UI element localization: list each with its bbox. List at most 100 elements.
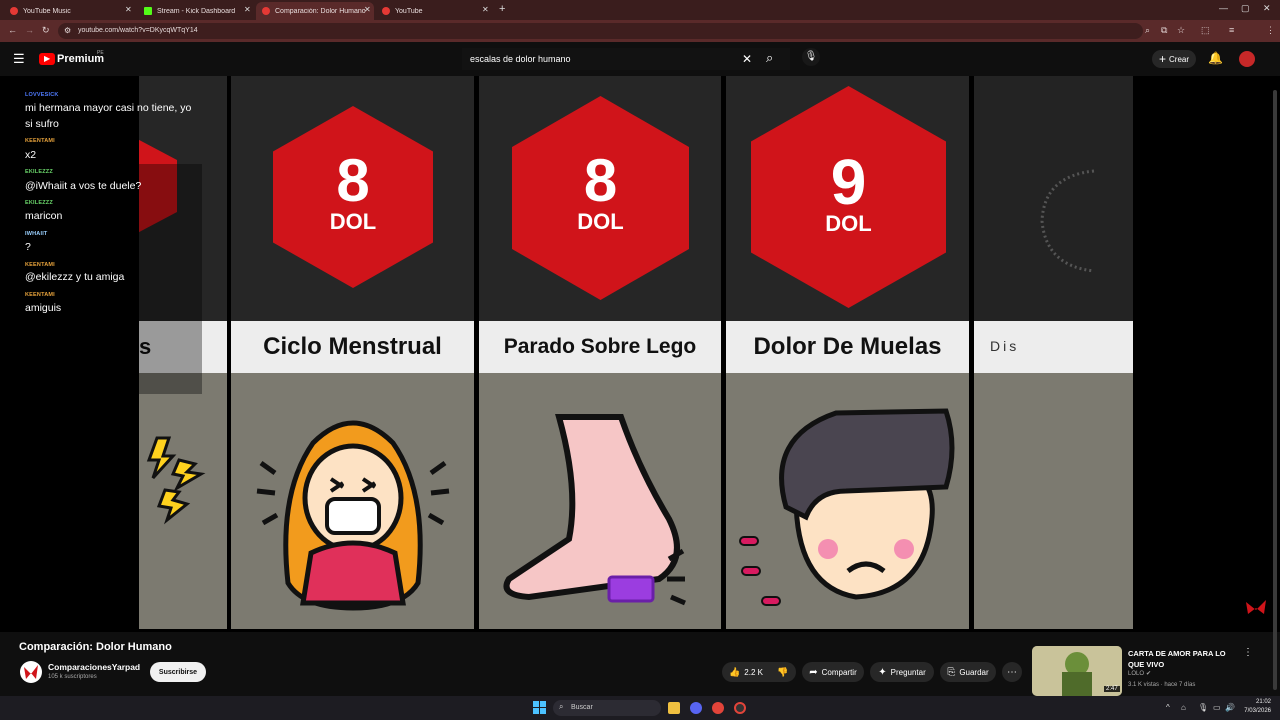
recommended-channel[interactable]: LOLO	[1128, 671, 1144, 677]
channel-name[interactable]: ComparacionesYarpad	[48, 662, 140, 672]
save-button[interactable]: ⎘ Guardar	[940, 662, 996, 682]
chrome-icon[interactable]	[712, 702, 724, 714]
site-info-icon[interactable]: ⚙	[64, 26, 71, 35]
close-tab-icon[interactable]: ✕	[244, 5, 251, 14]
tab-comparacion[interactable]: Comparación: Dolor Humano	[256, 2, 374, 20]
microphone-icon[interactable]: 🎙	[802, 48, 820, 66]
tray-chevron-icon[interactable]: ^	[1166, 703, 1170, 712]
like-button[interactable]: 👍 2.2 K	[722, 662, 770, 682]
pain-score-hexagon: 8 DOL	[512, 96, 689, 300]
chat-username: KEENTAMI	[25, 292, 55, 298]
share-button[interactable]: ➦ Compartir	[802, 662, 864, 682]
close-tab-icon[interactable]: ✕	[482, 5, 489, 14]
taskbar-search-box[interactable]: ⌕ Buscar	[553, 700, 661, 716]
share-arrow-icon: ➦	[809, 666, 818, 678]
microphone-tray-icon[interactable]: 🎙	[1198, 703, 1208, 712]
pain-card: Dis	[974, 76, 1133, 629]
region-badge: PE	[97, 50, 104, 56]
recommended-stats: 3.1 K vistas · hace 7 días	[1128, 682, 1196, 688]
more-actions-button[interactable]: ⋯	[1002, 662, 1022, 682]
kick-icon	[144, 7, 152, 15]
tab-youtube-music[interactable]: YouTube Music	[4, 2, 120, 20]
chat-message: maricon	[25, 210, 63, 222]
youtube-music-icon	[10, 7, 18, 15]
address-bar[interactable]: ⚙ youtube.com/watch?v=DKycqWTqY14	[58, 23, 1143, 39]
subscribe-button[interactable]: Suscribirse	[150, 662, 206, 682]
verified-icon: ✔	[1146, 671, 1152, 677]
new-tab-icon[interactable]: +	[499, 3, 505, 15]
youtube-header: ☰ ▶ Premium PE escalas de dolor humano ✕…	[0, 42, 1280, 76]
close-tab-icon[interactable]: ✕	[125, 5, 132, 14]
chat-username: KEENTAMI	[25, 262, 55, 268]
reload-icon[interactable]: ↻	[42, 25, 50, 36]
recommendation-menu-icon[interactable]: ⋮	[1243, 647, 1253, 658]
maximize-icon[interactable]: ▢	[1241, 3, 1250, 14]
volume-icon[interactable]: 🔊	[1225, 703, 1235, 712]
menstrual-pain-girl-icon	[256, 420, 450, 611]
video-duration: 2:47	[1104, 686, 1120, 692]
channel-avatar[interactable]	[20, 661, 42, 683]
pain-score-hexagon: 9 DOL	[751, 86, 946, 308]
pain-card-dolor-de-muelas: 9 DOL Dolor De Muelas	[726, 76, 969, 629]
zoom-icon[interactable]: ⌕	[1145, 25, 1150, 36]
toothache-face-icon	[739, 408, 955, 606]
dislike-button[interactable]: 👎	[770, 662, 796, 682]
account-avatar[interactable]	[1239, 51, 1255, 67]
pain-card-ciclo-menstrual: 8 DOL Ciclo Menstrual	[231, 76, 474, 629]
chat-message: @ekilezzz y tu amiga	[25, 271, 125, 283]
channel-watermark-icon[interactable]	[1244, 598, 1268, 616]
youtube-logo-icon[interactable]: ▶	[39, 53, 55, 65]
hamburger-menu-icon[interactable]: ☰	[13, 51, 25, 67]
notifications-bell-icon[interactable]: 🔔	[1208, 51, 1223, 65]
network-icon[interactable]: ▭	[1213, 703, 1221, 712]
pain-score-hexagon: 8 DOL	[273, 106, 433, 288]
obs-icon[interactable]	[734, 702, 746, 714]
ask-button[interactable]: ✦ Preguntar	[870, 662, 934, 682]
tab-youtube[interactable]: YouTube	[376, 2, 490, 20]
chat-message: ?	[25, 241, 31, 253]
browser-toolbar: ← → ↻ ⚙ youtube.com/watch?v=DKycqWTqY14 …	[0, 20, 1280, 57]
browser-menu-icon[interactable]: ⋮	[1266, 25, 1275, 36]
chat-username: IWHAIIT	[25, 231, 48, 237]
clock-date[interactable]: 7/03/2026	[1236, 708, 1271, 714]
pain-card-title: Dolor De Muelas	[726, 321, 969, 373]
close-window-icon[interactable]: ✕	[1263, 3, 1271, 14]
plus-icon: +	[1158, 52, 1166, 66]
tray-icon[interactable]: ⌂	[1181, 703, 1186, 712]
more-horizontal-icon: ⋯	[1007, 666, 1017, 678]
foot-on-lego-icon	[503, 414, 686, 606]
chat-username: EKILEZZZ	[25, 169, 53, 175]
windows-start-icon[interactable]	[533, 701, 546, 714]
chat-message: amiguis	[25, 302, 62, 314]
browser-tab-strip: YouTube Music ✕ Stream - Kick Dashboard …	[0, 0, 1280, 20]
file-explorer-icon[interactable]	[668, 702, 680, 714]
clock-time[interactable]: 21:02	[1241, 699, 1271, 705]
minimize-icon[interactable]: —	[1219, 3, 1228, 13]
chat-username: KEENTAMI	[25, 138, 55, 144]
pain-card-parado-sobre-lego: 8 DOL Parado Sobre Lego	[479, 76, 721, 629]
youtube-icon	[262, 7, 270, 15]
discord-icon[interactable]	[690, 702, 702, 714]
page-scrollbar[interactable]	[1273, 90, 1277, 690]
thumbs-down-icon: 👎	[777, 666, 789, 677]
clear-search-icon[interactable]: ✕	[742, 52, 752, 66]
search-icon[interactable]: ⌕	[766, 50, 773, 66]
bookmark-star-icon[interactable]: ☆	[1177, 25, 1185, 36]
chat-message: x2	[25, 149, 37, 161]
channel-logo-icon	[24, 665, 38, 679]
create-button[interactable]: + Crear	[1152, 50, 1196, 68]
search-input[interactable]: escalas de dolor humano	[462, 48, 790, 70]
chat-message: @iWhaiit a vos te duele?	[25, 180, 142, 192]
chat-username: LOVVESICK	[25, 92, 59, 98]
media-icon[interactable]: ≡	[1229, 25, 1234, 35]
pain-card-title: Dis	[974, 321, 1133, 373]
forward-icon[interactable]: →	[25, 25, 34, 35]
extensions-icon[interactable]: ⬚	[1201, 25, 1210, 36]
back-icon[interactable]: ←	[8, 25, 17, 35]
recommended-video-thumbnail[interactable]: 2:47	[1032, 646, 1122, 696]
video-player[interactable]: s 8 DOL Ciclo Menstrual 8 DOL Parado Sob…	[0, 76, 1280, 632]
close-tab-icon[interactable]: ✕	[364, 5, 371, 14]
tab-kick-dashboard[interactable]: Stream - Kick Dashboard	[138, 2, 252, 20]
recommended-video-title[interactable]: CARTA DE AMOR PARA LO QUE VIVO	[1128, 648, 1240, 670]
cast-icon[interactable]: ⧉	[1161, 25, 1167, 36]
